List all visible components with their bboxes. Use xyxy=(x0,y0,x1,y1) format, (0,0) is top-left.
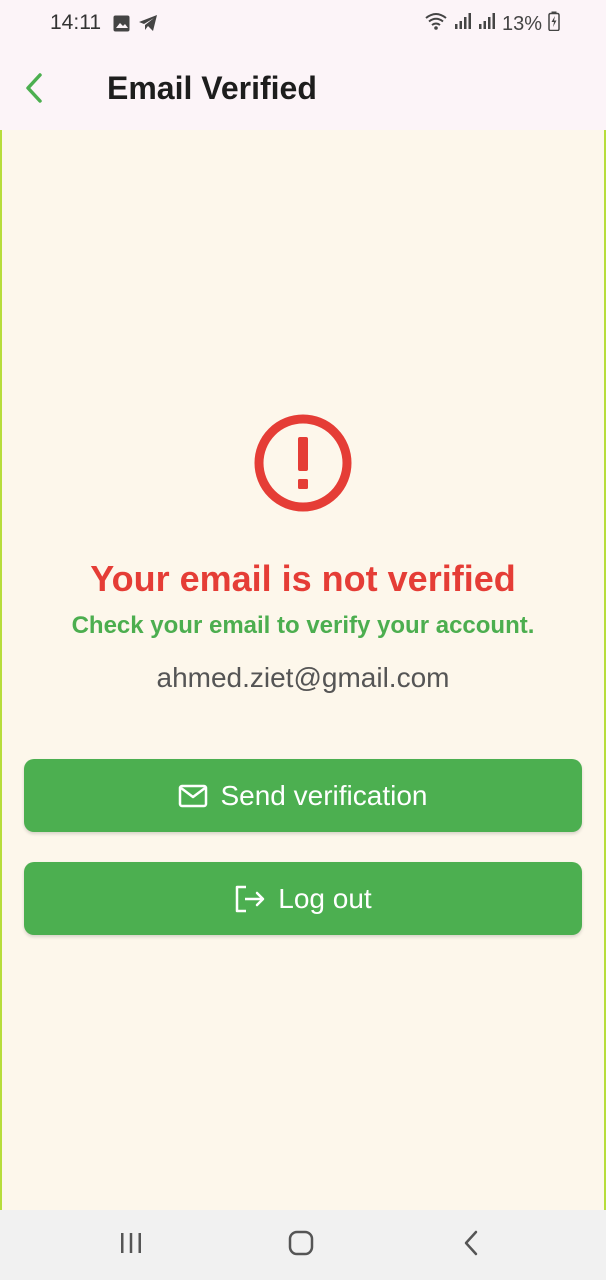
status-bar: 14:11 13% xyxy=(0,0,606,48)
page-title: Email Verified xyxy=(107,70,317,106)
logout-label: Log out xyxy=(278,882,372,914)
recents-button[interactable] xyxy=(111,1230,151,1260)
chevron-left-icon xyxy=(23,72,45,109)
mail-icon xyxy=(178,784,208,808)
recents-icon xyxy=(119,1232,143,1259)
status-time: 14:11 xyxy=(50,11,101,34)
status-system-icons: 13% xyxy=(424,11,560,37)
back-button[interactable] xyxy=(14,70,54,110)
battery-text: 13% xyxy=(501,12,542,35)
signal-icon xyxy=(478,12,496,36)
home-button[interactable] xyxy=(281,1230,321,1260)
app-bar: Email Verified xyxy=(0,48,606,130)
screen: 14:11 13% Email Verified Your email is n… xyxy=(0,0,606,1280)
verification-subline: Check your email to verify your account. xyxy=(71,612,535,639)
back-icon xyxy=(463,1230,479,1261)
telegram-icon xyxy=(138,14,158,37)
app-frame xyxy=(0,0,606,1210)
image-icon xyxy=(113,15,130,37)
signal-icon xyxy=(454,12,472,36)
user-email: ahmed.ziet@gmail.com xyxy=(156,662,450,693)
nav-back-button[interactable] xyxy=(451,1230,491,1260)
error-outline-icon xyxy=(253,413,353,513)
wifi-icon xyxy=(424,12,448,36)
system-nav-bar xyxy=(0,1210,606,1280)
logout-icon xyxy=(234,885,266,913)
battery-charging-icon xyxy=(548,11,560,37)
verification-headline: Your email is not verified xyxy=(90,558,516,599)
logout-button[interactable]: Log out xyxy=(24,862,582,935)
send-verification-button[interactable]: Send verification xyxy=(24,759,582,832)
home-icon xyxy=(288,1230,314,1261)
send-verification-label: Send verification xyxy=(220,779,428,811)
status-notification-icons xyxy=(113,14,158,37)
